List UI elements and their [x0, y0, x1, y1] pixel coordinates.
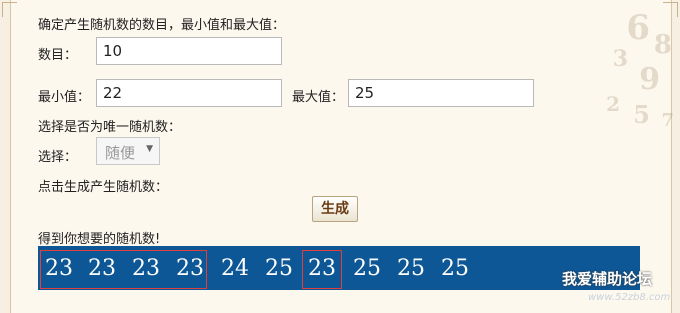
select-label: 选择：	[38, 150, 78, 165]
result-title: 得到你想要的随机数!	[38, 232, 161, 247]
chevron-down-icon: ▼	[146, 144, 153, 154]
max-input[interactable]	[348, 79, 534, 107]
watermark-url: www.52zb8.com	[588, 292, 671, 303]
unique-prompt: 选择是否为唯一随机数：	[38, 120, 182, 135]
intro-text: 确定产生随机数的数目，最小值和最大值：	[38, 18, 286, 33]
frame-corner-ornament	[2, 2, 17, 17]
unique-select[interactable]: 随便 ▼	[96, 137, 160, 165]
count-input[interactable]	[96, 37, 282, 65]
result-number: 23	[45, 256, 73, 281]
result-number: 23	[308, 256, 336, 281]
result-number: 23	[176, 256, 204, 281]
result-number: 23	[88, 256, 116, 281]
select-value: 随便	[105, 144, 136, 162]
generate-button[interactable]: 生成	[312, 196, 358, 222]
count-label: 数目：	[38, 48, 78, 63]
max-label: 最大值：	[292, 90, 345, 105]
result-number: 23	[132, 256, 160, 281]
min-input[interactable]	[96, 79, 282, 107]
watermark-text: 我爱辅助论坛	[562, 270, 653, 288]
min-label: 最小值：	[38, 90, 91, 105]
result-number: 25	[441, 256, 469, 281]
result-number: 25	[265, 256, 293, 281]
generate-prompt: 点击生成产生随机数：	[38, 180, 169, 195]
result-number: 24	[221, 256, 249, 281]
decorative-numbers-background: 6 8 3 9 2 5 7	[606, 8, 674, 131]
result-number: 25	[397, 256, 425, 281]
result-number: 25	[353, 256, 381, 281]
